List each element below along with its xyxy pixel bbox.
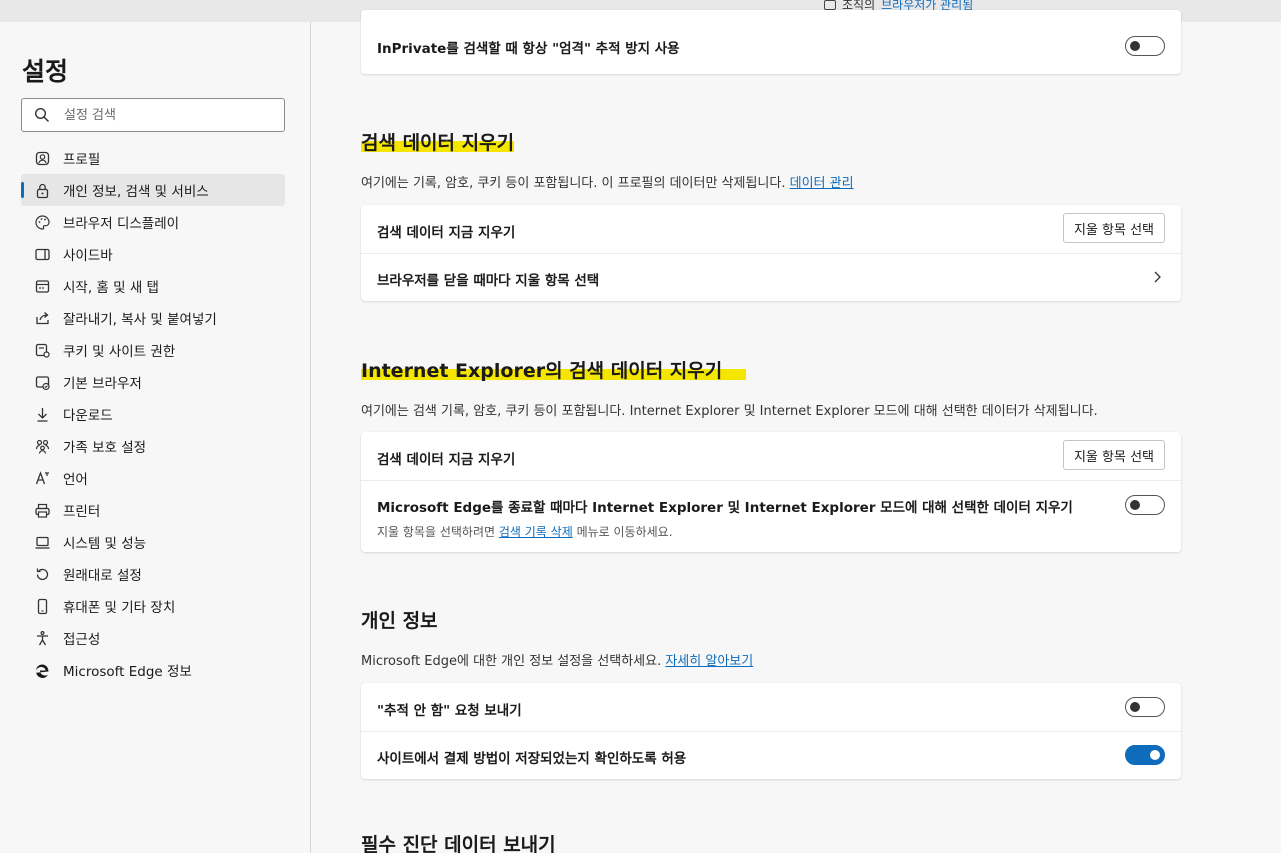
choose-what-to-clear-button[interactable]: 지울 항목 선택 (1062, 213, 1165, 243)
ie-clear-card: 검색 데이터 지금 지우기 지울 항목 선택 Microsoft Edge를 종… (361, 432, 1181, 552)
ie-clear-on-exit-sub: 지울 항목을 선택하려면 검색 기록 삭제 메뉴로 이동하세요. (377, 525, 673, 539)
palette-icon (33, 213, 51, 231)
ie-clear-on-exit-toggle[interactable] (1125, 495, 1165, 515)
sidebar-item-phone[interactable]: 휴대폰 및 기타 장치 (21, 590, 285, 622)
language-icon (33, 469, 51, 487)
inprivate-row: InPrivate를 검색할 때 항상 "엄격" 추적 방지 사용 (361, 10, 1181, 74)
clear-on-close-label: 브라우저를 닫을 때마다 지울 항목 선택 (377, 273, 600, 289)
payment-check-label: 사이트에서 결제 방법이 저장되었는지 확인하도록 허용 (377, 751, 687, 767)
sidebar-item-label: 잘라내기, 복사 및 붙여넣기 (63, 312, 217, 328)
ie-clear-on-exit-label: Microsoft Edge를 종료할 때마다 Internet Explore… (377, 500, 1073, 516)
sidebar-item-label: 다운로드 (63, 408, 113, 424)
family-icon (33, 437, 51, 455)
ie-clear-now-row: 검색 데이터 지금 지우기 지울 항목 선택 (361, 432, 1181, 480)
ie-clear-now-label: 검색 데이터 지금 지우기 (377, 452, 516, 468)
briefcase-icon (824, 0, 836, 10)
clear-now-label: 검색 데이터 지금 지우기 (377, 225, 516, 241)
search-box[interactable] (21, 98, 285, 132)
sidebar-item-system[interactable]: 시스템 및 성능 (21, 526, 285, 558)
inprivate-label: InPrivate를 검색할 때 항상 "엄격" 추적 방지 사용 (377, 41, 680, 57)
ie-clear-title: Internet Explorer의 검색 데이터 지우기 (361, 356, 747, 383)
sidebar-item-label: 접근성 (63, 632, 101, 648)
accessibility-icon (33, 629, 51, 647)
search-icon (34, 107, 49, 122)
default-browser-icon (33, 373, 51, 391)
sidebar-item-sidebar[interactable]: 사이드바 (21, 238, 285, 270)
chevron-right-icon (1154, 271, 1161, 283)
sidebar-item-label: 쿠키 및 사이트 권한 (63, 344, 176, 360)
sidebar-item-printer[interactable]: 프린터 (21, 494, 285, 526)
sidebar-item-accessibility[interactable]: 접근성 (21, 622, 285, 654)
reset-icon (33, 565, 51, 583)
sidebar-item-label: 개인 정보, 검색 및 서비스 (63, 184, 209, 200)
sidebar-item-label: 언어 (63, 472, 88, 488)
clear-data-title: 검색 데이터 지우기 (361, 132, 515, 154)
clear-now-row: 검색 데이터 지금 지우기 지울 항목 선택 (361, 205, 1181, 253)
printer-icon (33, 501, 51, 519)
delete-history-link[interactable]: 검색 기록 삭제 (499, 525, 573, 539)
clear-on-close-row[interactable]: 브라우저를 닫을 때마다 지울 항목 선택 (361, 253, 1181, 301)
ie-choose-what-to-clear-button[interactable]: 지울 항목 선택 (1062, 440, 1165, 470)
sidebar-item-label: 시작, 홈 및 새 탭 (63, 280, 159, 296)
sidebar-item-label: 브라우저 디스플레이 (63, 216, 180, 232)
inprivate-strict-toggle[interactable] (1125, 36, 1165, 56)
sidebar-item-label: 시스템 및 성능 (63, 536, 147, 552)
sidebar-nav: 프로필개인 정보, 검색 및 서비스브라우저 디스플레이사이드바시작, 홈 및 … (21, 142, 285, 686)
ie-clear-desc: 여기에는 검색 기록, 암호, 쿠키 등이 포함됩니다. Internet Ex… (361, 404, 1098, 419)
sidebar-item-download[interactable]: 다운로드 (21, 398, 285, 430)
ie-clear-on-exit-row: Microsoft Edge를 종료할 때마다 Internet Explore… (361, 480, 1181, 552)
sidebar-item-share[interactable]: 잘라내기, 복사 및 붙여넣기 (21, 302, 285, 334)
sidebar-item-lock[interactable]: 개인 정보, 검색 및 서비스 (21, 174, 285, 206)
sidebar-item-label: 휴대폰 및 기타 장치 (63, 600, 176, 616)
clear-data-desc: 여기에는 기록, 암호, 쿠키 등이 포함됩니다. 이 프로필의 데이터만 삭제… (361, 176, 854, 191)
share-icon (33, 309, 51, 327)
sidebar-item-label: 프린터 (63, 504, 101, 520)
page-title: 설정 (22, 57, 69, 86)
profile-icon (33, 149, 51, 167)
manage-data-link[interactable]: 데이터 관리 (790, 176, 854, 191)
sidebar-item-label: 원래대로 설정 (63, 568, 142, 584)
home-tabs-icon (33, 277, 51, 295)
sidebar-item-language[interactable]: 언어 (21, 462, 285, 494)
sidebar-item-family[interactable]: 가족 보호 설정 (21, 430, 285, 462)
sidebar-item-label: 사이드바 (63, 248, 113, 264)
payment-check-toggle[interactable] (1125, 745, 1165, 765)
sidebar-item-label: 가족 보호 설정 (63, 440, 147, 456)
sidebar-item-profile[interactable]: 프로필 (21, 142, 285, 174)
do-not-track-label: "추적 안 함" 요청 보내기 (377, 703, 522, 719)
payment-check-row: 사이트에서 결제 방법이 저장되었는지 확인하도록 허용 (361, 731, 1181, 779)
sidebar-item-default-browser[interactable]: 기본 브라우저 (21, 366, 285, 398)
diagnostics-title: 필수 진단 데이터 보내기 (361, 834, 556, 853)
download-icon (33, 405, 51, 423)
clear-data-card: 검색 데이터 지금 지우기 지울 항목 선택 브라우저를 닫을 때마다 지울 항… (361, 205, 1181, 301)
sidebar-item-palette[interactable]: 브라우저 디스플레이 (21, 206, 285, 238)
lock-icon (33, 181, 51, 199)
privacy-desc: Microsoft Edge에 대한 개인 정보 설정을 선택하세요. 자세히 … (361, 654, 754, 669)
privacy-title: 개인 정보 (361, 610, 438, 632)
sidebar-item-home-tabs[interactable]: 시작, 홈 및 새 탭 (21, 270, 285, 302)
sidebar-item-reset[interactable]: 원래대로 설정 (21, 558, 285, 590)
do-not-track-row: "추적 안 함" 요청 보내기 (361, 683, 1181, 731)
system-icon (33, 533, 51, 551)
settings-sidebar: 설정 프로필개인 정보, 검색 및 서비스브라우저 디스플레이사이드바시작, 홈… (0, 22, 311, 853)
sidebar-item-label: 프로필 (63, 152, 101, 168)
search-input[interactable] (64, 107, 264, 123)
do-not-track-toggle[interactable] (1125, 697, 1165, 717)
sidebar-item-label: Microsoft Edge 정보 (63, 664, 192, 680)
learn-more-link[interactable]: 자세히 알아보기 (665, 654, 753, 669)
sidebar-item-edge[interactable]: Microsoft Edge 정보 (21, 654, 285, 686)
sidebar-item-site-permissions[interactable]: 쿠키 및 사이트 권한 (21, 334, 285, 366)
inprivate-card: InPrivate를 검색할 때 항상 "엄격" 추적 방지 사용 (361, 10, 1181, 74)
sidebar-icon (33, 245, 51, 263)
privacy-card: "추적 안 함" 요청 보내기 사이트에서 결제 방법이 저장되었는지 확인하도… (361, 683, 1181, 779)
settings-content: InPrivate를 검색할 때 항상 "엄격" 추적 방지 사용 검색 데이터… (312, 10, 1281, 853)
edge-icon (33, 661, 51, 679)
phone-icon (33, 597, 51, 615)
sidebar-item-label: 기본 브라우저 (63, 376, 142, 392)
site-permissions-icon (33, 341, 51, 359)
